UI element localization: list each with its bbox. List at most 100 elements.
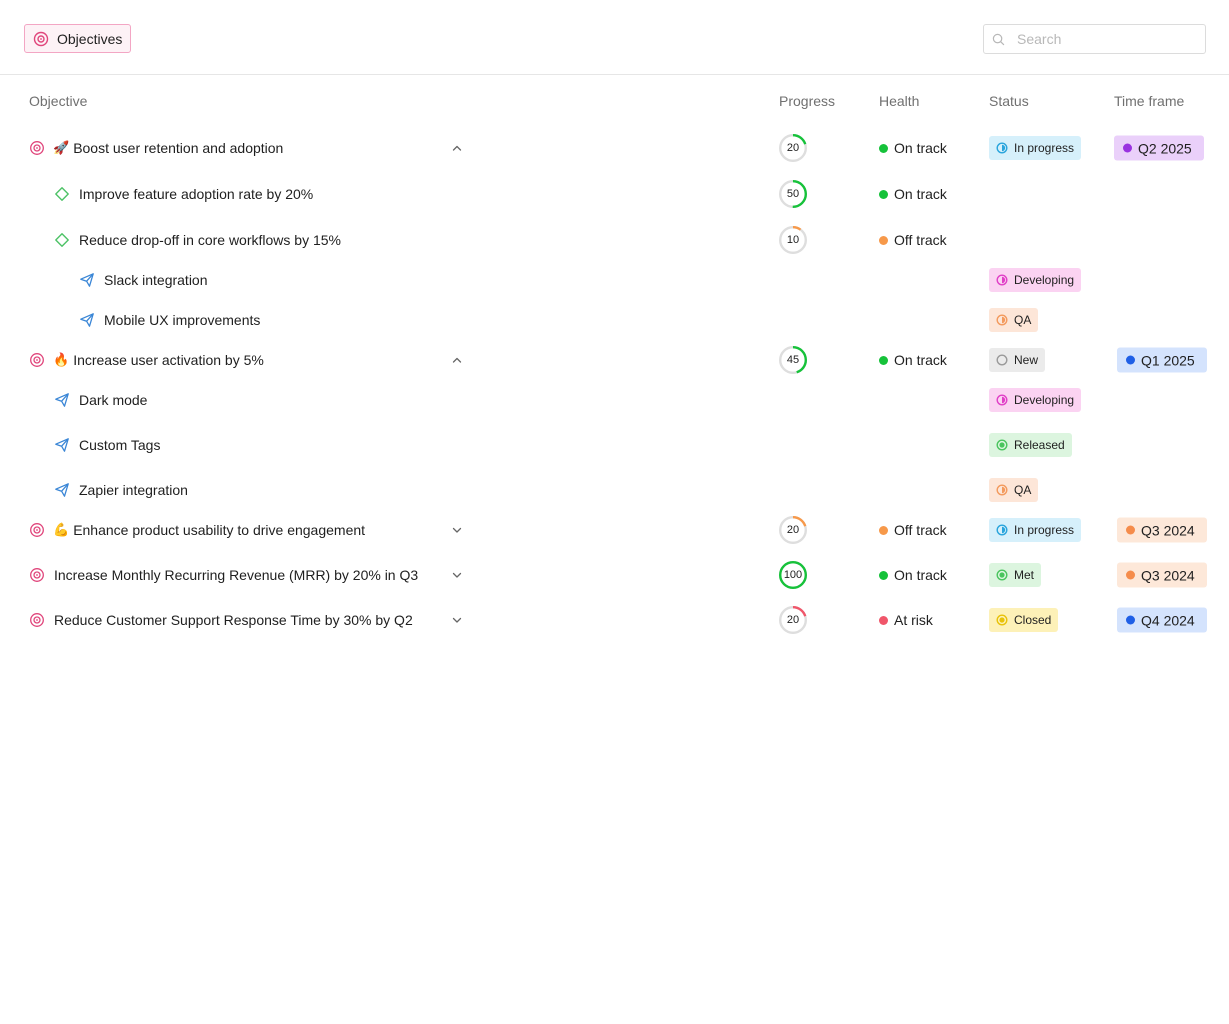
chevron-up-icon[interactable]	[450, 353, 464, 367]
objective-cell: 🚀 Boost user retention and adoption	[29, 140, 283, 156]
chevron-down-icon[interactable]	[450, 568, 464, 582]
timeframe-label: Q1 2025	[1141, 352, 1195, 368]
paper-plane-icon	[80, 273, 94, 287]
progress-ring: 50	[778, 179, 808, 209]
objective-emoji: 🔥	[53, 352, 70, 367]
column-header-progress[interactable]: Progress	[779, 93, 835, 109]
chevron-up-icon[interactable]	[450, 141, 464, 155]
progress-value: 100	[783, 569, 803, 581]
health-indicator[interactable]: Off track	[879, 232, 947, 248]
health-indicator[interactable]: On track	[879, 140, 947, 156]
objective-cell: 💪 Enhance product usability to drive enga…	[29, 522, 365, 538]
status-badge[interactable]: QA	[989, 308, 1039, 332]
timeframe-badge[interactable]: Q3 2024	[1117, 517, 1207, 543]
progress-ring: 20	[778, 515, 808, 545]
health-indicator[interactable]: Off track	[879, 522, 947, 538]
status-badge[interactable]: Released	[989, 433, 1072, 457]
status-icon	[996, 314, 1008, 326]
status-icon	[996, 394, 1008, 406]
objective-title[interactable]: Reduce drop-off in core workflows by 15%	[79, 232, 341, 248]
health-indicator[interactable]: On track	[879, 567, 947, 583]
timeframe-badge[interactable]: Q3 2024	[1117, 562, 1207, 588]
objectives-button[interactable]: Objectives	[24, 24, 132, 53]
column-header-timeframe[interactable]: Time frame	[1114, 93, 1184, 109]
timeframe-badge[interactable]: Q2 2025	[1114, 135, 1204, 161]
timeframe-dot	[1126, 355, 1135, 365]
diamond-icon	[55, 233, 69, 247]
timeframe-badge[interactable]: Q4 2024	[1117, 607, 1207, 633]
column-header-status[interactable]: Status	[989, 93, 1029, 109]
objective-title[interactable]: Boost user retention and adoption	[73, 140, 283, 156]
objective-title[interactable]: Improve feature adoption rate by 20%	[79, 186, 313, 202]
objective-title[interactable]: Mobile UX improvements	[104, 312, 260, 328]
timeframe-dot	[1126, 570, 1135, 580]
timeframe-dot	[1126, 525, 1135, 535]
top-bar: Objectives	[0, 0, 1229, 75]
search-box[interactable]	[983, 24, 1206, 54]
status-badge[interactable]: In progress	[989, 518, 1082, 542]
search-input[interactable]	[1015, 30, 1189, 48]
column-header-health[interactable]: Health	[879, 93, 919, 109]
objective-cell: Mobile UX improvements	[79, 312, 260, 328]
objective-title[interactable]: Slack integration	[104, 272, 208, 288]
health-dot	[879, 355, 888, 365]
paper-plane-icon	[55, 483, 69, 497]
status-icon	[996, 354, 1008, 366]
progress-ring: 10	[778, 225, 808, 255]
paper-plane-icon	[55, 393, 69, 407]
objective-emoji: 🚀	[53, 140, 70, 155]
health-dot	[879, 525, 888, 535]
target-icon	[30, 523, 44, 537]
chevron-down-icon[interactable]	[450, 523, 464, 537]
objective-title[interactable]: Dark mode	[79, 392, 147, 408]
status-badge[interactable]: Met	[989, 563, 1042, 587]
objective-cell: Zapier integration	[54, 482, 188, 498]
status-icon	[996, 614, 1008, 626]
objective-title[interactable]: Increase user activation by 5%	[73, 352, 264, 368]
health-dot	[879, 615, 888, 625]
health-label: On track	[894, 352, 947, 368]
status-label: In progress	[1014, 523, 1075, 537]
progress-ring: 100	[778, 560, 808, 590]
target-icon	[30, 568, 44, 582]
status-label: Released	[1014, 438, 1065, 452]
target-icon	[33, 31, 49, 46]
objective-title[interactable]: Custom Tags	[79, 437, 160, 453]
objective-title[interactable]: Reduce Customer Support Response Time by…	[54, 612, 413, 628]
status-label: Developing	[1014, 393, 1075, 407]
status-icon	[996, 524, 1008, 536]
health-label: On track	[894, 140, 947, 156]
objective-title[interactable]: Enhance product usability to drive engag…	[73, 522, 365, 538]
progress-value: 45	[786, 354, 800, 366]
status-badge[interactable]: New	[989, 348, 1046, 372]
objective-cell: Reduce drop-off in core workflows by 15%	[54, 232, 341, 248]
status-badge[interactable]: Developing	[989, 388, 1082, 412]
status-badge[interactable]: In progress	[989, 136, 1082, 160]
timeframe-badge[interactable]: Q1 2025	[1117, 347, 1207, 373]
status-icon	[996, 569, 1008, 581]
objective-cell: Custom Tags	[54, 437, 160, 453]
timeframe-label: Q3 2024	[1141, 567, 1195, 583]
objective-title[interactable]: Zapier integration	[79, 482, 188, 498]
objectives-button-label: Objectives	[57, 30, 123, 47]
status-icon	[996, 142, 1008, 154]
status-badge[interactable]: QA	[989, 478, 1039, 502]
objective-cell: Increase Monthly Recurring Revenue (MRR)…	[29, 567, 418, 583]
health-dot	[879, 570, 888, 580]
health-indicator[interactable]: At risk	[879, 612, 933, 628]
status-label: Closed	[1014, 613, 1052, 627]
status-badge[interactable]: Developing	[989, 268, 1082, 292]
health-label: Off track	[894, 522, 947, 538]
status-badge[interactable]: Closed	[989, 608, 1059, 632]
timeframe-label: Q2 2025	[1138, 140, 1192, 156]
chevron-down-icon[interactable]	[450, 613, 464, 627]
status-label: Developing	[1014, 273, 1075, 287]
paper-plane-icon	[80, 313, 94, 327]
health-indicator[interactable]: On track	[879, 186, 947, 202]
objective-title[interactable]: Increase Monthly Recurring Revenue (MRR)…	[54, 567, 418, 583]
objective-cell: Dark mode	[54, 392, 147, 408]
column-header-objective[interactable]: Objective	[29, 93, 87, 109]
progress-ring: 45	[778, 345, 808, 375]
health-indicator[interactable]: On track	[879, 352, 947, 368]
status-label: QA	[1014, 483, 1032, 497]
